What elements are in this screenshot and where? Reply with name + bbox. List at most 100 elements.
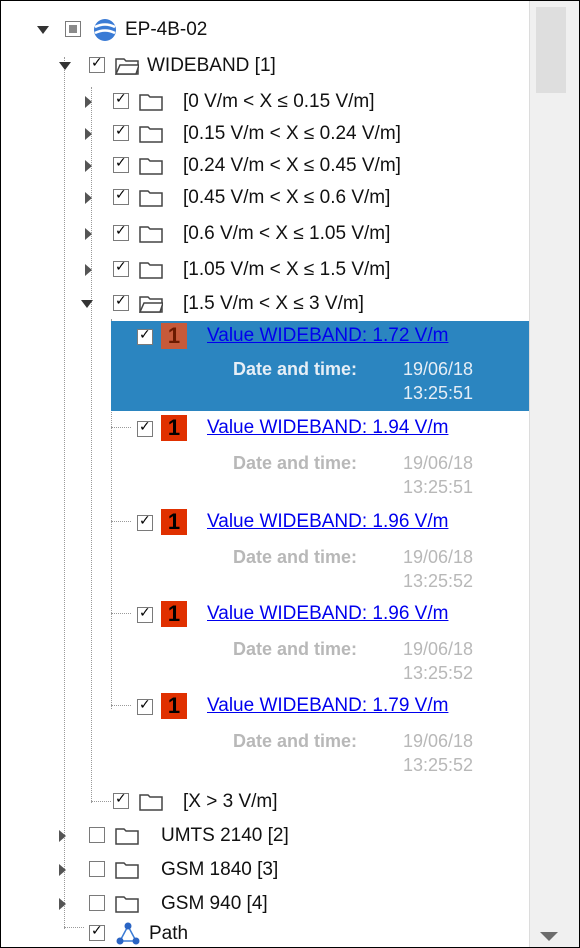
checkbox[interactable] (89, 895, 105, 911)
folder-icon (139, 793, 163, 811)
tree-node-root[interactable]: EP-4B-02 (1, 15, 529, 45)
tree-node-range[interactable]: [0.15 V/m < X ≤ 0.24 V/m] (1, 119, 529, 149)
measurement-link[interactable]: Value WIDEBAND: 1.96 V/m (207, 511, 448, 533)
tree-node-label: GSM 1840 [3] (161, 859, 279, 880)
folder-icon (139, 261, 163, 279)
checkbox[interactable] (113, 293, 129, 311)
checkbox[interactable] (137, 605, 153, 623)
tree-node-range-expanded[interactable]: [1.5 V/m < X ≤ 3 V/m] (1, 289, 529, 319)
tree-node-label: [X > 3 V/m] (183, 791, 278, 812)
folder-icon (139, 93, 163, 111)
folder-icon (115, 895, 139, 913)
globe-icon (93, 18, 117, 42)
scrollbar-thumb[interactable] (536, 7, 566, 93)
expand-arrow-icon[interactable] (37, 26, 49, 34)
date-value: 19/06/18 (403, 731, 474, 751)
selected-measurement-node[interactable]: 1 Value WIDEBAND: 1.72 V/m Date and time… (111, 321, 529, 411)
date-value: 19/06/18 (403, 359, 474, 379)
checkbox[interactable] (89, 861, 105, 877)
expand-arrow-icon[interactable] (85, 160, 92, 172)
vertical-scrollbar[interactable] (529, 1, 579, 947)
measurement-node[interactable]: 1 Value WIDEBAND: 1.79 V/m Date and time… (1, 691, 529, 781)
tree-view: EP-4B-02 WIDEBAND [1] [0 V/m < X ≤ 0.15 … (1, 1, 529, 947)
checkbox[interactable] (113, 223, 129, 241)
folder-icon (115, 827, 139, 845)
tree-node-path[interactable]: Path (1, 919, 529, 947)
tree-node-label: [1.05 V/m < X ≤ 1.5 V/m] (183, 259, 391, 280)
tree-node-label: GSM 940 [4] (161, 893, 268, 914)
date-value: 19/06/18 (403, 639, 474, 659)
tree-node-range[interactable]: [0 V/m < X ≤ 0.15 V/m] (1, 87, 529, 117)
tree-node-range[interactable]: [0.24 V/m < X ≤ 0.45 V/m] (1, 151, 529, 181)
measurement-link[interactable]: Value WIDEBAND: 1.94 V/m (207, 417, 448, 439)
measurement-link[interactable]: Value WIDEBAND: 1.72 V/m (207, 325, 448, 347)
tree-node-gsm1840[interactable]: GSM 1840 [3] (1, 855, 529, 885)
measurement-node[interactable]: 1 Value WIDEBAND: 1.96 V/m Date and time… (1, 507, 529, 597)
measurement-node[interactable]: 1 Value WIDEBAND: 1.94 V/m Date and time… (1, 413, 529, 503)
tree-node-umts[interactable]: UMTS 2140 [2] (1, 821, 529, 851)
time-value: 13:25:51 (403, 383, 474, 403)
expand-arrow-icon[interactable] (59, 62, 71, 70)
folder-icon (139, 189, 163, 207)
tree-node-wideband[interactable]: WIDEBAND [1] (1, 51, 529, 81)
date-time-label: Date and time: (233, 547, 358, 567)
tree-node-label: [0.24 V/m < X ≤ 0.45 V/m] (183, 155, 401, 176)
time-value: 13:25:52 (403, 663, 474, 683)
tree-view-panel: EP-4B-02 WIDEBAND [1] [0 V/m < X ≤ 0.15 … (0, 0, 580, 948)
tree-node-gsm940[interactable]: GSM 940 [4] (1, 889, 529, 919)
measurement-node[interactable]: 1 Value WIDEBAND: 1.96 V/m Date and time… (1, 599, 529, 689)
checkbox[interactable] (113, 123, 129, 141)
checkbox[interactable] (89, 55, 105, 73)
expand-arrow-icon[interactable] (85, 96, 92, 108)
expand-arrow-icon[interactable] (85, 228, 92, 240)
checkbox[interactable] (113, 791, 129, 809)
expand-arrow-icon[interactable] (81, 300, 93, 308)
tree-node-range[interactable]: [1.05 V/m < X ≤ 1.5 V/m] (1, 255, 529, 285)
expand-arrow-icon[interactable] (59, 864, 66, 876)
expand-arrow-icon[interactable] (59, 830, 66, 842)
path-nodes-icon (115, 921, 141, 947)
checkbox-partial[interactable] (65, 21, 81, 37)
checkbox[interactable] (137, 513, 153, 531)
checkbox[interactable] (137, 327, 153, 345)
folder-icon (139, 157, 163, 175)
measurement-badge: 1 (161, 509, 187, 535)
date-time-label: Date and time: (233, 731, 358, 751)
checkbox[interactable] (137, 419, 153, 437)
tree-node-label: [1.5 V/m < X ≤ 3 V/m] (183, 293, 364, 314)
checkbox[interactable] (113, 91, 129, 109)
tree-node-label: UMTS 2140 [2] (161, 825, 289, 846)
measurement-badge: 1 (161, 323, 187, 349)
tree-node-label: [0.45 V/m < X ≤ 0.6 V/m] (183, 187, 391, 208)
checkbox[interactable] (137, 697, 153, 715)
time-value: 13:25:51 (403, 477, 474, 497)
scroll-down-arrow-icon[interactable] (540, 932, 558, 941)
measurement-link[interactable]: Value WIDEBAND: 1.79 V/m (207, 695, 448, 717)
tree-node-label: WIDEBAND [1] (147, 55, 276, 76)
tree-node-range[interactable]: [0.6 V/m < X ≤ 1.05 V/m] (1, 219, 529, 249)
checkbox[interactable] (113, 155, 129, 173)
checkbox[interactable] (113, 187, 129, 205)
checkbox[interactable] (89, 827, 105, 843)
tree-node-label: [0.6 V/m < X ≤ 1.05 V/m] (183, 223, 391, 244)
expand-arrow-icon[interactable] (85, 128, 92, 140)
tree-node-range[interactable]: [0.45 V/m < X ≤ 0.6 V/m] (1, 183, 529, 213)
measurement-badge: 1 (161, 693, 187, 719)
folder-icon (115, 861, 139, 879)
date-value: 19/06/18 (403, 453, 474, 473)
date-value: 19/06/18 (403, 547, 474, 567)
tree-node-label: EP-4B-02 (125, 19, 208, 40)
measurement-link[interactable]: Value WIDEBAND: 1.96 V/m (207, 603, 448, 625)
date-time-label: Date and time: (233, 453, 358, 473)
measurement-badge: 1 (161, 415, 187, 441)
tree-node-range[interactable]: [X > 3 V/m] (1, 787, 529, 817)
tree-node-label: Path (149, 923, 189, 944)
expand-arrow-icon[interactable] (85, 192, 92, 204)
expand-arrow-icon[interactable] (85, 264, 92, 276)
folder-icon (139, 225, 163, 243)
checkbox[interactable] (113, 259, 129, 277)
date-time-label: Date and time: (233, 639, 358, 659)
expand-arrow-icon[interactable] (59, 898, 66, 910)
tree-node-label: [0.15 V/m < X ≤ 0.24 V/m] (183, 123, 401, 144)
checkbox[interactable] (89, 923, 105, 941)
